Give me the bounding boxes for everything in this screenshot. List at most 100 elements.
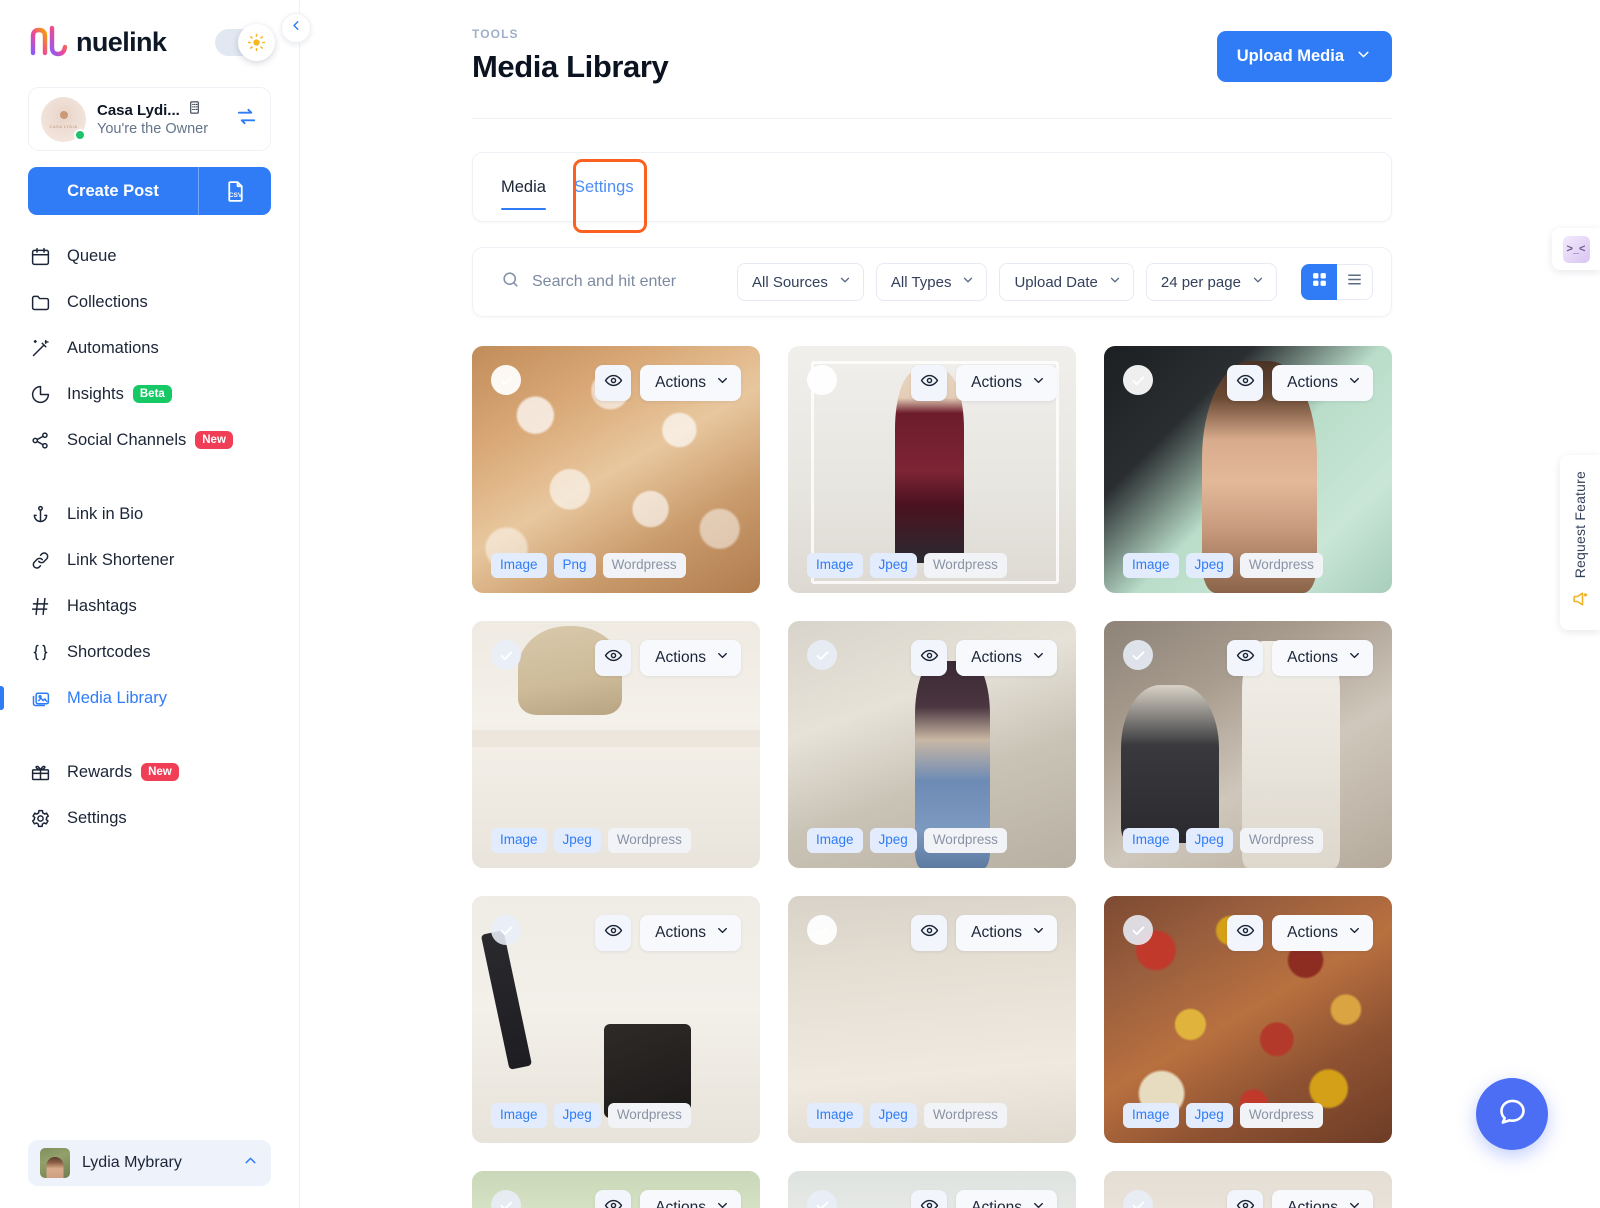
media-card[interactable]: Actions Image Jpeg Wordpress	[472, 896, 760, 1143]
media-card[interactable]: Actions Image Jpeg Wordpress	[1104, 346, 1392, 593]
tab-media[interactable]: Media	[501, 152, 546, 222]
workspace-switcher[interactable]: CASA LYDIA Casa Lydi... You're the Owner	[28, 87, 271, 151]
filter-upload-date[interactable]: Upload Date	[999, 263, 1134, 301]
media-select-checkbox[interactable]	[491, 365, 521, 395]
sidebar-item-rewards[interactable]: Rewards New	[28, 749, 271, 795]
actions-dropdown-button[interactable]: Actions	[1272, 640, 1373, 676]
tab-settings[interactable]: Settings	[574, 152, 634, 222]
media-select-checkbox[interactable]	[491, 915, 521, 945]
filter-label: All Sources	[752, 273, 828, 291]
media-card[interactable]: Actions Image Jpeg Wordpress	[472, 621, 760, 868]
actions-dropdown-button[interactable]: Actions	[1272, 365, 1373, 401]
chevron-down-icon	[1031, 923, 1046, 943]
media-card[interactable]: Actions Image Jpeg Wordpress	[1104, 896, 1392, 1143]
media-tag: Wordpress	[923, 553, 1007, 578]
media-tag: Png	[553, 553, 596, 578]
sidebar-item-link-in-bio[interactable]: Link in Bio	[28, 491, 271, 537]
actions-dropdown-button[interactable]: Actions	[640, 640, 741, 676]
preview-button[interactable]	[911, 1190, 948, 1208]
workspace-name: Casa Lydi...	[97, 101, 180, 119]
media-card[interactable]: Actions	[472, 1171, 760, 1208]
theme-toggle[interactable]	[215, 23, 275, 61]
media-card[interactable]: Actions	[1104, 1171, 1392, 1208]
actions-dropdown-button[interactable]: Actions	[640, 365, 741, 401]
upload-media-label: Upload Media	[1236, 47, 1344, 65]
media-card[interactable]: Actions Image Jpeg Wordpress	[788, 346, 1076, 593]
csv-file-icon[interactable]: CSV	[199, 179, 271, 204]
actions-dropdown-button[interactable]: Actions	[640, 915, 741, 951]
media-tag: Jpeg	[869, 1103, 917, 1128]
media-card[interactable]: Actions	[788, 1171, 1076, 1208]
pie-chart-icon	[30, 384, 56, 405]
filter-label: Upload Date	[1014, 273, 1098, 291]
preview-button[interactable]	[911, 640, 948, 676]
search-icon	[501, 270, 520, 294]
actions-dropdown-button[interactable]: Actions	[956, 365, 1057, 401]
media-select-checkbox[interactable]	[807, 640, 837, 670]
preview-button[interactable]	[911, 915, 948, 951]
actions-dropdown-button[interactable]: Actions	[1272, 915, 1373, 951]
filter-all-sources[interactable]: All Sources	[737, 263, 864, 301]
preview-button[interactable]	[1227, 365, 1264, 401]
preview-button[interactable]	[595, 1190, 632, 1208]
expand-widget-button[interactable]: >_<	[1552, 228, 1600, 270]
sidebar-item-social-channels[interactable]: Social Channels New	[28, 417, 271, 463]
chevron-down-icon	[838, 273, 852, 291]
media-card[interactable]: Actions Image Jpeg Wordpress	[788, 621, 1076, 868]
preview-button[interactable]	[595, 640, 632, 676]
actions-label: Actions	[971, 924, 1022, 941]
media-select-checkbox[interactable]	[807, 915, 837, 945]
preview-button[interactable]	[595, 365, 632, 401]
media-card[interactable]: Actions Image Jpeg Wordpress	[1104, 621, 1392, 868]
preview-button[interactable]	[1227, 640, 1264, 676]
sidebar-item-collections[interactable]: Collections	[28, 279, 271, 325]
search-input[interactable]	[532, 273, 712, 291]
media-select-checkbox[interactable]	[807, 365, 837, 395]
sidebar-item-media-library[interactable]: Media Library	[0, 675, 271, 721]
sidebar-item-insights[interactable]: Insights Beta	[28, 371, 271, 417]
sidebar-item-shortcodes[interactable]: Shortcodes	[28, 629, 271, 675]
filter-all-types[interactable]: All Types	[875, 263, 988, 301]
list-view-button[interactable]	[1337, 264, 1373, 300]
media-select-checkbox[interactable]	[1123, 915, 1153, 945]
media-select-checkbox[interactable]	[1123, 365, 1153, 395]
media-select-checkbox[interactable]	[1123, 640, 1153, 670]
media-tag: Jpeg	[553, 828, 601, 853]
actions-dropdown-button[interactable]: Actions	[640, 1190, 741, 1208]
preview-button[interactable]	[1227, 915, 1264, 951]
media-card-actions: Actions	[1227, 640, 1373, 676]
preview-button[interactable]	[595, 915, 632, 951]
eye-icon	[920, 1196, 939, 1208]
filter-toolbar: All Sources All Types Upload Date	[472, 247, 1392, 317]
media-select-checkbox[interactable]	[491, 640, 521, 670]
chevron-down-icon	[1347, 373, 1362, 393]
filter-per-page[interactable]: 24 per page	[1145, 263, 1277, 301]
sidebar-collapse-button[interactable]	[281, 13, 311, 43]
media-tags: Image Jpeg Wordpress	[1123, 828, 1323, 853]
swap-icon[interactable]	[235, 105, 258, 133]
actions-dropdown-button[interactable]: Actions	[956, 1190, 1057, 1208]
sidebar-item-queue[interactable]: Queue	[28, 233, 271, 279]
preview-button[interactable]	[911, 365, 948, 401]
actions-dropdown-button[interactable]: Actions	[956, 915, 1057, 951]
sidebar-item-settings[interactable]: Settings	[28, 795, 271, 841]
user-menu[interactable]: Lydia Mybrary	[28, 1140, 271, 1186]
media-card[interactable]: Actions Image Jpeg Wordpress	[788, 896, 1076, 1143]
chat-support-button[interactable]	[1476, 1078, 1548, 1150]
preview-button[interactable]	[1227, 1190, 1264, 1208]
sidebar-item-hashtags[interactable]: Hashtags	[28, 583, 271, 629]
upload-media-button[interactable]: Upload Media	[1216, 31, 1392, 82]
sidebar-item-link-shortener[interactable]: Link Shortener	[28, 537, 271, 583]
media-card[interactable]: Actions Image Png Wordpress	[472, 346, 760, 593]
grid-view-button[interactable]	[1301, 264, 1337, 300]
sidebar-item-label: Social Channels	[67, 430, 187, 449]
eye-icon	[604, 921, 623, 945]
actions-dropdown-button[interactable]: Actions	[956, 640, 1057, 676]
svg-text:CSV: CSV	[228, 192, 242, 199]
sidebar-item-automations[interactable]: Automations	[28, 325, 271, 371]
actions-dropdown-button[interactable]: Actions	[1272, 1190, 1373, 1208]
search-box[interactable]	[501, 270, 725, 294]
request-feature-tab[interactable]: Request Feature	[1560, 455, 1600, 630]
create-post-button[interactable]: Create Post CSV	[28, 167, 271, 215]
tab-label: Media	[501, 177, 546, 196]
